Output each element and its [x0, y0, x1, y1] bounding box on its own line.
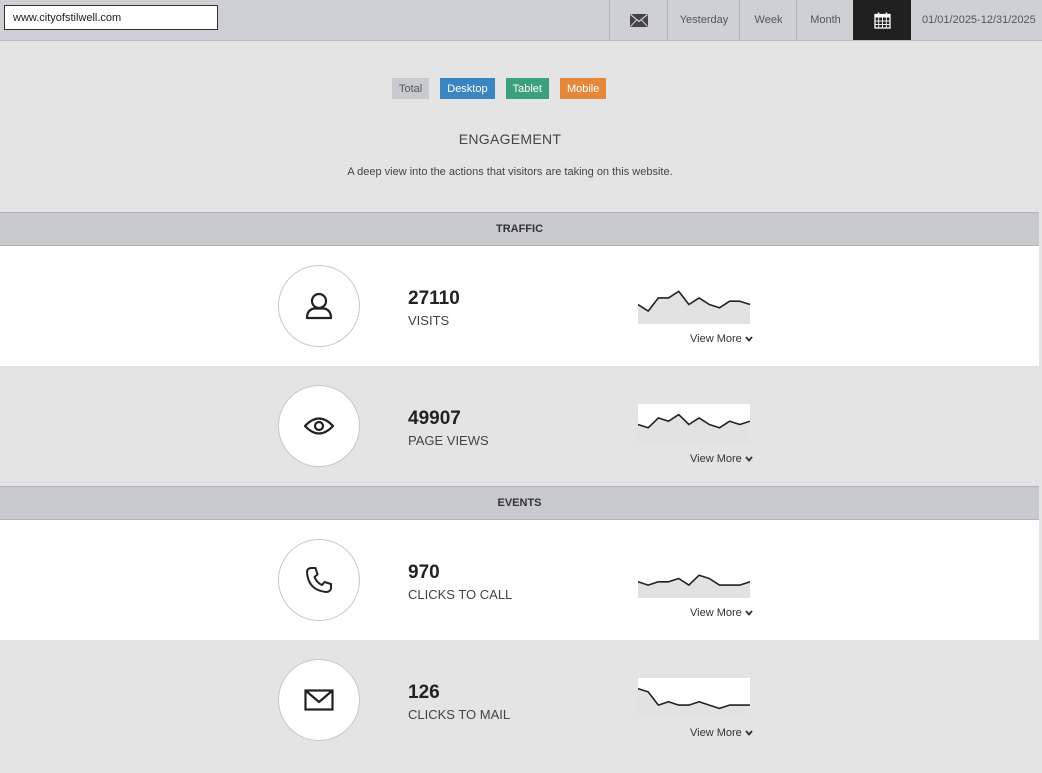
view-more-label: View More: [690, 727, 742, 739]
sparkline-area: [638, 575, 750, 598]
visits-value: 27110: [408, 288, 460, 309]
sparkline-area: [638, 291, 750, 324]
filter-total[interactable]: Total: [392, 78, 430, 99]
page-views-label: PAGE VIEWS: [408, 433, 489, 448]
email-report-button[interactable]: [609, 0, 668, 40]
calendar-button[interactable]: [853, 0, 911, 40]
page-views-sparkline: [638, 404, 750, 444]
visits-icon-circle: [278, 265, 360, 347]
range-month-button[interactable]: Month: [796, 0, 854, 40]
visits-label: VISITS: [408, 313, 450, 328]
calendar-icon: [873, 12, 891, 29]
clicks-to-mail-label: CLICKS TO MAIL: [408, 707, 511, 722]
date-range-display[interactable]: 01/01/2025-12/31/2025: [910, 0, 1042, 40]
clicks-to-mail-value: 126: [408, 682, 440, 703]
page-views-value: 49907: [408, 408, 461, 429]
chevron-down-icon: [745, 610, 753, 616]
user-icon: [305, 292, 333, 320]
envelope-icon: [304, 689, 334, 711]
clicks-to-call-view-more[interactable]: View More: [690, 607, 753, 619]
site-url-input[interactable]: [4, 5, 218, 30]
filter-tablet[interactable]: Tablet: [505, 78, 549, 99]
page-views-view-more[interactable]: View More: [690, 453, 753, 465]
range-yesterday-button[interactable]: Yesterday: [667, 0, 740, 40]
chevron-down-icon: [745, 456, 753, 462]
phone-icon: [306, 567, 332, 593]
filter-desktop[interactable]: Desktop: [440, 78, 495, 99]
metric-row-clicks-to-call: 970 CLICKS TO CALL View More: [0, 520, 1039, 640]
visits-sparkline: [638, 290, 750, 324]
view-more-label: View More: [690, 333, 742, 345]
clicks-to-mail-sparkline: [638, 678, 750, 718]
metric-row-visits: 27110 VISITS View More: [0, 246, 1039, 366]
metric-row-page-views: 49907 PAGE VIEWS View More: [0, 366, 1039, 486]
metric-row-clicks-to-mail: 126 CLICKS TO MAIL View More: [0, 640, 1039, 760]
view-more-label: View More: [690, 607, 742, 619]
visits-view-more[interactable]: View More: [690, 333, 753, 345]
chevron-down-icon: [745, 336, 753, 342]
page-subtitle: A deep view into the actions that visito…: [347, 166, 673, 178]
clicks-to-mail-icon-circle: [278, 659, 360, 741]
clicks-to-call-label: CLICKS TO CALL: [408, 587, 513, 602]
filter-mobile[interactable]: Mobile: [559, 78, 607, 99]
clicks-to-call-icon-circle: [278, 539, 360, 621]
page-title: ENGAGEMENT: [458, 131, 562, 147]
envelope-icon: [630, 13, 648, 27]
clicks-to-call-sparkline: [638, 574, 750, 598]
section-header-traffic: TRAFFIC: [0, 212, 1039, 246]
clicks-to-mail-view-more[interactable]: View More: [690, 727, 753, 739]
top-bar: Yesterday Week Month 01/01/2025-12/31/20…: [0, 0, 1042, 41]
view-more-label: View More: [690, 453, 742, 465]
section-header-events: EVENTS: [0, 486, 1039, 520]
device-filters: Total Desktop Tablet Mobile: [392, 78, 607, 99]
page-views-icon-circle: [278, 385, 360, 467]
clicks-to-call-value: 970: [408, 562, 440, 583]
eye-icon: [303, 417, 335, 435]
chevron-down-icon: [745, 730, 753, 736]
range-week-button[interactable]: Week: [739, 0, 797, 40]
